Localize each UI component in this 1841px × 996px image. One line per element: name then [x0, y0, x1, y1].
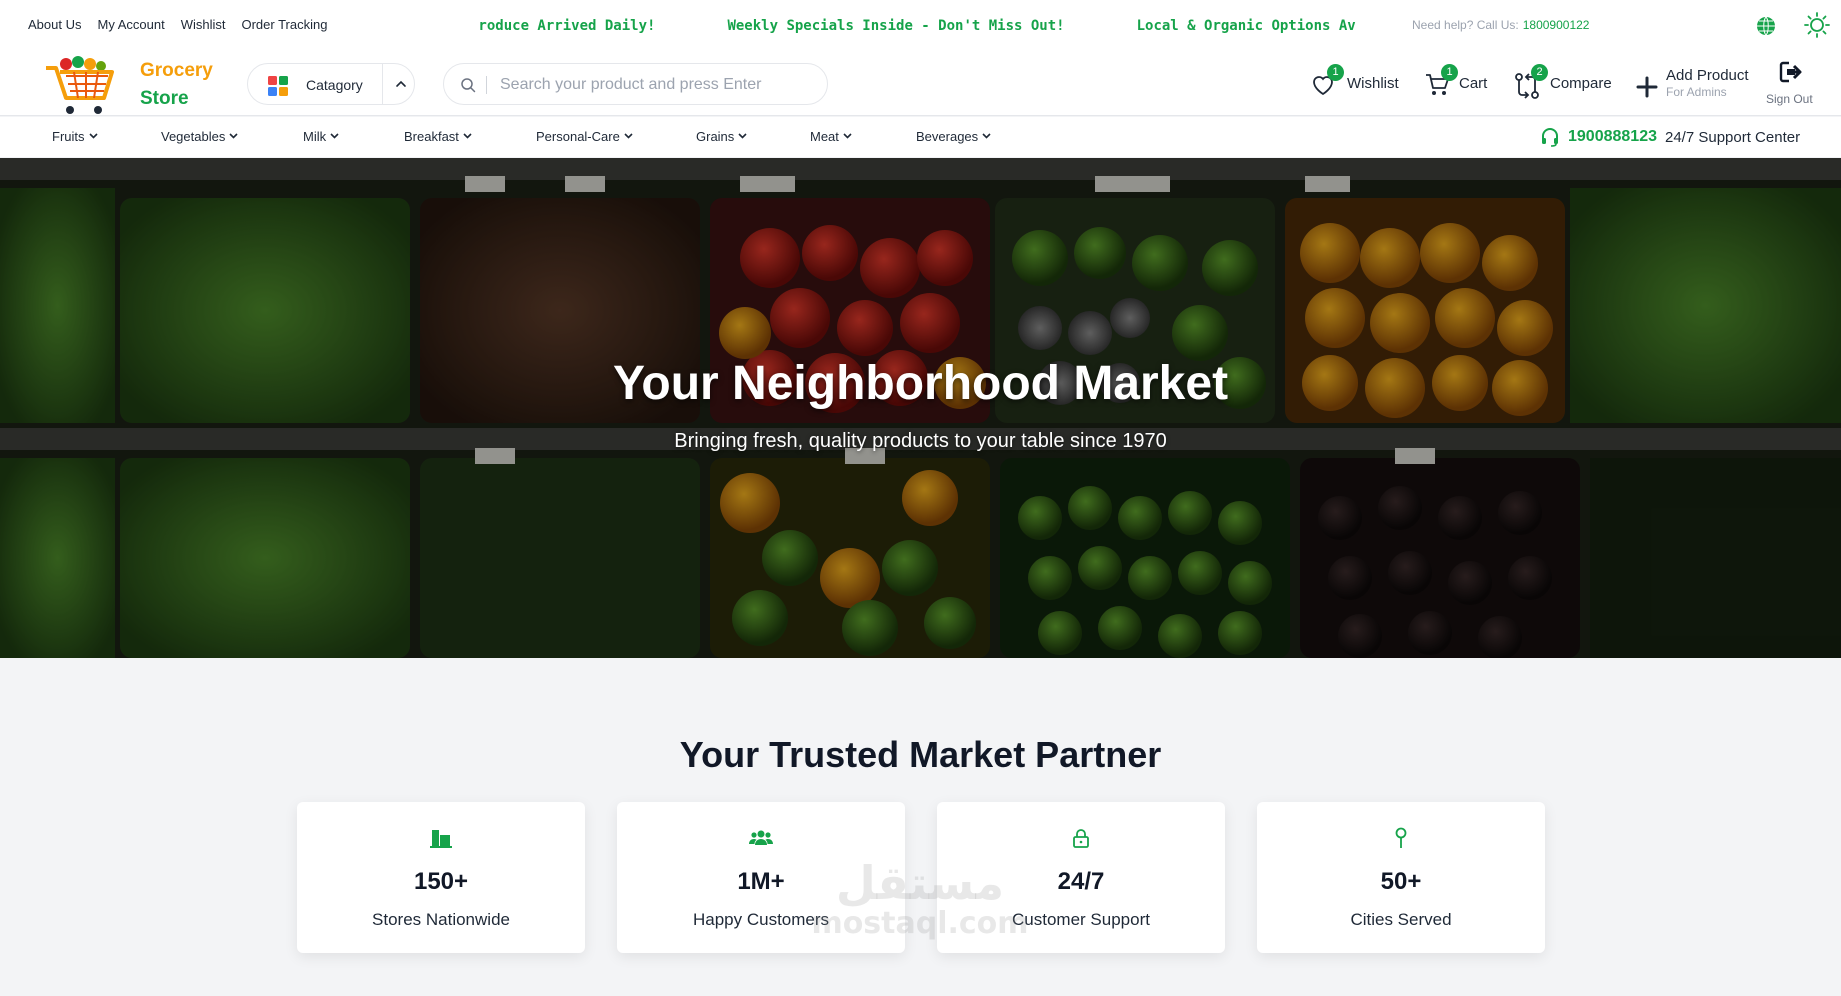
chevron-down-icon — [330, 133, 339, 139]
top-links: About Us My Account Wishlist Order Track… — [28, 17, 327, 32]
nav-vegetables[interactable]: Vegetables — [161, 129, 238, 144]
stat-card-stores: 150+ Stores Nationwide — [297, 802, 585, 953]
nav-label: Milk — [303, 129, 327, 144]
plus-icon — [1636, 76, 1658, 98]
ticker-item: Local & Organic Options Av — [1136, 18, 1356, 34]
category-grid-icon — [268, 76, 288, 96]
shopping-cart-logo-icon[interactable] — [44, 54, 120, 118]
nav-milk[interactable]: Milk — [303, 129, 339, 144]
help-label: Need help? Call Us: — [1412, 18, 1519, 32]
add-product-title: Add Product — [1666, 67, 1749, 84]
stat-label: Happy Customers — [692, 910, 830, 929]
sign-out-icon — [1779, 61, 1802, 83]
help-phone[interactable]: 1800900122 — [1523, 18, 1590, 32]
stat-label: Cities Served — [1350, 910, 1452, 929]
nav-beverages[interactable]: Beverages — [916, 129, 991, 144]
category-nav: Fruits Vegetables Milk Breakfast Persona… — [0, 117, 1841, 157]
order-tracking-link[interactable]: Order Tracking — [241, 17, 327, 32]
section-title: Your Trusted Market Partner — [679, 734, 1162, 775]
stat-label: Customer Support — [1012, 910, 1150, 929]
my-account-link[interactable]: My Account — [97, 17, 164, 32]
search-box — [443, 63, 828, 105]
hero-subtitle: Bringing fresh, quality products to your… — [674, 430, 1167, 452]
chevron-down-icon — [738, 133, 747, 139]
users-icon — [749, 830, 773, 845]
nav-personal-care[interactable]: Personal-Care — [536, 129, 633, 144]
sign-out-label: Sign Out — [1766, 92, 1813, 106]
nav-grains[interactable]: Grains — [696, 129, 747, 144]
help-line: Need help? Call Us: 1800900122 — [1412, 18, 1589, 32]
category-label: Catagory — [306, 77, 363, 93]
support-label: 24/7 Support Center — [1664, 128, 1801, 146]
nav-label: Meat — [810, 129, 839, 144]
search-icon[interactable] — [460, 77, 476, 93]
compare-label: Compare — [1550, 75, 1612, 92]
announcement-ticker: 'roduce Arrived Daily! Weekly Specials I… — [478, 16, 1390, 38]
nav-fruits[interactable]: Fruits — [52, 129, 98, 144]
divider — [382, 64, 383, 104]
support-phone: 1900888123 — [1568, 128, 1657, 145]
building-icon — [430, 830, 452, 848]
nav-label: Personal-Care — [536, 129, 620, 144]
ticker-item: 'roduce Arrived Daily! — [478, 18, 656, 34]
stat-value: 150+ — [413, 868, 469, 895]
pin-icon — [1395, 827, 1407, 848]
store-logo-text[interactable]: Grocery Store — [140, 57, 213, 113]
nav-meat[interactable]: Meat — [810, 129, 852, 144]
compare-button[interactable]: 2 Compare — [1514, 64, 1616, 104]
globe-icon[interactable] — [1756, 16, 1776, 36]
add-product-button[interactable]: Add Product For Admins — [1636, 66, 1756, 106]
cart-label: Cart — [1459, 75, 1488, 92]
wishlist-button[interactable]: 1 Wishlist — [1310, 64, 1406, 104]
support-center[interactable]: 1900888123 24/7 Support Center — [1540, 127, 1800, 147]
chevron-down-icon — [624, 133, 633, 139]
nav-breakfast[interactable]: Breakfast — [404, 129, 472, 144]
search-divider — [486, 76, 487, 94]
stat-value: 24/7 — [1057, 868, 1105, 895]
nav-label: Grains — [696, 129, 735, 144]
ticker-item: Weekly Specials Inside - Don't Miss Out! — [727, 18, 1065, 34]
wishlist-link[interactable]: Wishlist — [181, 17, 226, 32]
chevron-down-icon — [229, 133, 238, 139]
sign-out-button[interactable]: Sign Out — [1764, 60, 1820, 108]
cart-count-badge: 1 — [1441, 64, 1458, 81]
wishlist-count-badge: 1 — [1327, 64, 1344, 81]
stat-card-customers: 1M+ Happy Customers — [617, 802, 905, 953]
category-dropdown[interactable]: Catagory — [247, 63, 415, 105]
stat-card-support: 24/7 Customer Support — [937, 802, 1225, 953]
logo-line-2: Store — [140, 88, 189, 109]
nav-label: Fruits — [52, 129, 85, 144]
top-bar: About Us My Account Wishlist Order Track… — [0, 0, 1841, 50]
about-us-link[interactable]: About Us — [28, 17, 81, 32]
chevron-down-icon — [88, 133, 98, 139]
search-input[interactable] — [500, 73, 800, 97]
compare-count-badge: 2 — [1531, 64, 1548, 81]
wishlist-label: Wishlist — [1347, 75, 1399, 92]
cart-button[interactable]: 1 Cart — [1424, 64, 1494, 104]
stat-value: 1M+ — [737, 868, 785, 895]
headset-icon — [1542, 128, 1558, 147]
hero-title: Your Neighborhood Market — [612, 357, 1229, 410]
chevron-down-icon — [982, 133, 991, 139]
nav-label: Vegetables — [161, 129, 226, 144]
stat-label: Stores Nationwide — [372, 910, 510, 929]
nav-label: Beverages — [916, 129, 979, 144]
chevron-down-icon — [843, 133, 852, 139]
nav-label: Breakfast — [404, 129, 459, 144]
main-header: Grocery Store Catagory 1 Wishlist — [0, 50, 1841, 116]
stat-value: 50+ — [1380, 868, 1422, 895]
lock-icon — [1073, 829, 1089, 848]
hero-banner: Your Neighborhood Market Bringing fresh,… — [0, 158, 1841, 658]
logo-line-1: Grocery — [140, 60, 213, 81]
chevron-down-icon — [463, 133, 472, 139]
add-product-subtitle: For Admins — [1666, 85, 1727, 99]
sun-icon[interactable] — [1804, 12, 1830, 38]
stat-card-cities: 50+ Cities Served — [1257, 802, 1545, 953]
chevron-up-icon[interactable] — [394, 77, 408, 91]
